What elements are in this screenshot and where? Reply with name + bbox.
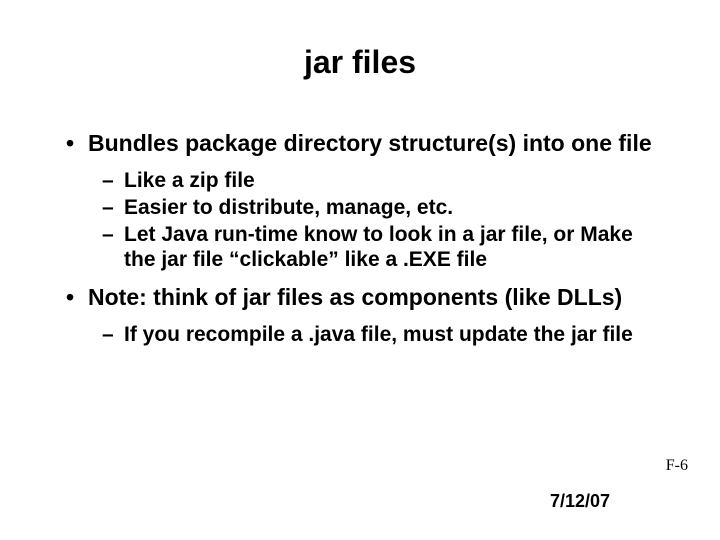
slide-title: jar files	[0, 44, 720, 81]
bullet-level2: Let Java run-time know to look in a jar …	[60, 222, 670, 272]
slide-body: Bundles package directory structure(s) i…	[60, 130, 670, 349]
bullet-level2: If you recompile a .java file, must upda…	[60, 322, 670, 347]
slide: jar files Bundles package directory stru…	[0, 0, 720, 540]
page-number: F-6	[666, 457, 688, 475]
bullet-level1: Bundles package directory structure(s) i…	[60, 130, 670, 158]
bullet-level2: Easier to distribute, manage, etc.	[60, 195, 670, 220]
footer-date: 7/12/07	[550, 491, 610, 512]
spacer	[60, 274, 670, 284]
bullet-level1: Note: think of jar files as components (…	[60, 284, 670, 312]
bullet-level2: Like a zip file	[60, 168, 670, 193]
